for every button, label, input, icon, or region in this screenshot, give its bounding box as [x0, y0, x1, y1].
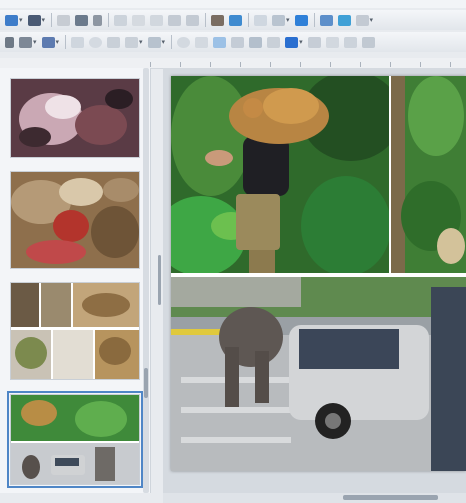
ruler-tick	[180, 62, 181, 67]
line-icon[interactable]	[41, 36, 55, 48]
new-slide-icon[interactable]	[5, 14, 18, 26]
ruler-tick	[390, 62, 391, 67]
slide-panel-scrollbar[interactable]	[143, 68, 149, 493]
toolbar-separator	[205, 13, 207, 27]
basic-shapes-icon[interactable]	[177, 36, 191, 48]
callouts-icon[interactable]	[249, 36, 263, 48]
3d-objects-icon[interactable]	[285, 36, 299, 48]
slide-panel-scroll-handle[interactable]	[144, 368, 148, 398]
slide-panel	[0, 68, 151, 493]
chevron-down-icon[interactable]: ▾	[286, 16, 290, 24]
ruler-tick	[210, 62, 211, 67]
shadow-icon[interactable]	[361, 36, 375, 48]
thumbnail-image	[11, 283, 139, 379]
chevron-down-icon[interactable]: ▾	[370, 16, 374, 24]
toolbar-separator	[248, 13, 250, 27]
chevron-down-icon[interactable]: ▾	[139, 38, 143, 46]
thumbnail-image	[11, 395, 139, 484]
curve-icon[interactable]	[125, 36, 139, 48]
chevron-down-icon[interactable]: ▾	[162, 38, 166, 46]
toolbar-separator	[171, 35, 173, 49]
photo-graphic	[391, 76, 466, 273]
undo-icon[interactable]	[168, 14, 182, 26]
export-pdf-icon[interactable]	[57, 14, 71, 26]
textbox-icon[interactable]	[355, 14, 369, 26]
toolbar-separator	[65, 35, 67, 49]
select-icon[interactable]	[5, 36, 14, 48]
chevron-down-icon[interactable]: ▾	[19, 16, 23, 24]
chevron-down-icon[interactable]: ▾	[56, 38, 60, 46]
ruler-tick	[300, 62, 301, 67]
find-icon[interactable]	[211, 14, 225, 26]
ruler-tick	[360, 62, 361, 67]
save-icon[interactable]	[27, 14, 41, 26]
elephant-street-photo[interactable]	[171, 277, 466, 471]
chart-icon[interactable]	[337, 14, 351, 26]
ruler-tick	[270, 62, 271, 67]
ruler-tick	[450, 62, 451, 67]
grid-icon[interactable]	[254, 14, 268, 26]
display-views-icon[interactable]	[272, 14, 286, 26]
redo-icon[interactable]	[186, 14, 200, 26]
cut-icon[interactable]	[93, 14, 103, 26]
ellipse-icon[interactable]	[89, 36, 103, 48]
zoom-icon[interactable]	[19, 36, 32, 48]
slide-thumbnail-4[interactable]	[7, 391, 143, 488]
clone-format-icon[interactable]	[150, 14, 164, 26]
stars-icon[interactable]	[267, 36, 281, 48]
arrange-icon[interactable]	[343, 36, 357, 48]
ruler-tick	[150, 62, 151, 67]
horizontal-scrollbar[interactable]	[163, 493, 466, 503]
print-icon[interactable]	[75, 14, 89, 26]
slide-canvas[interactable]	[171, 76, 466, 471]
copy-icon[interactable]	[114, 14, 128, 26]
ruler-tick	[240, 62, 241, 67]
slide-editing-area	[163, 68, 466, 493]
toolbar-separator	[51, 13, 53, 27]
standard-toolbar: ▾ ▾ ▾ ▾	[0, 10, 466, 30]
thumbnail-image	[11, 172, 139, 268]
slide-thumbnail-1[interactable]	[10, 78, 140, 158]
align-icon[interactable]	[325, 36, 339, 48]
connector-icon[interactable]	[147, 36, 161, 48]
photo-graphic	[171, 277, 466, 471]
panel-resize-handle[interactable]	[158, 255, 161, 305]
rectangle-icon[interactable]	[71, 36, 85, 48]
ruler-tick	[420, 62, 421, 67]
leopard-attack-photo[interactable]	[171, 76, 389, 273]
chevron-down-icon[interactable]: ▾	[33, 38, 37, 46]
chevron-down-icon[interactable]: ▾	[42, 16, 46, 24]
forest-photo[interactable]	[391, 76, 466, 273]
toolbar-separator	[108, 13, 110, 27]
paste-icon[interactable]	[132, 14, 146, 26]
window-top-edge	[0, 0, 466, 8]
arrow-icon[interactable]	[107, 36, 121, 48]
thumbnail-image	[11, 79, 139, 157]
slide-thumbnail-3[interactable]	[10, 282, 140, 380]
drawing-toolbar: ▾ ▾ ▾ ▾ ▾	[0, 32, 466, 52]
symbol-shapes-icon[interactable]	[195, 36, 209, 48]
block-arrows-icon[interactable]	[213, 36, 227, 48]
flowchart-icon[interactable]	[231, 36, 245, 48]
table-icon[interactable]	[294, 14, 308, 26]
slide-thumbnail-2[interactable]	[10, 171, 140, 269]
ruler-tick	[330, 62, 331, 67]
toolbar-separator	[313, 13, 315, 27]
horizontal-scroll-handle[interactable]	[343, 495, 438, 500]
chevron-down-icon[interactable]: ▾	[299, 38, 303, 46]
photo-graphic	[171, 76, 389, 273]
rotate-icon[interactable]	[307, 36, 321, 48]
image-icon[interactable]	[319, 14, 333, 26]
spellcheck-icon[interactable]	[229, 14, 243, 26]
